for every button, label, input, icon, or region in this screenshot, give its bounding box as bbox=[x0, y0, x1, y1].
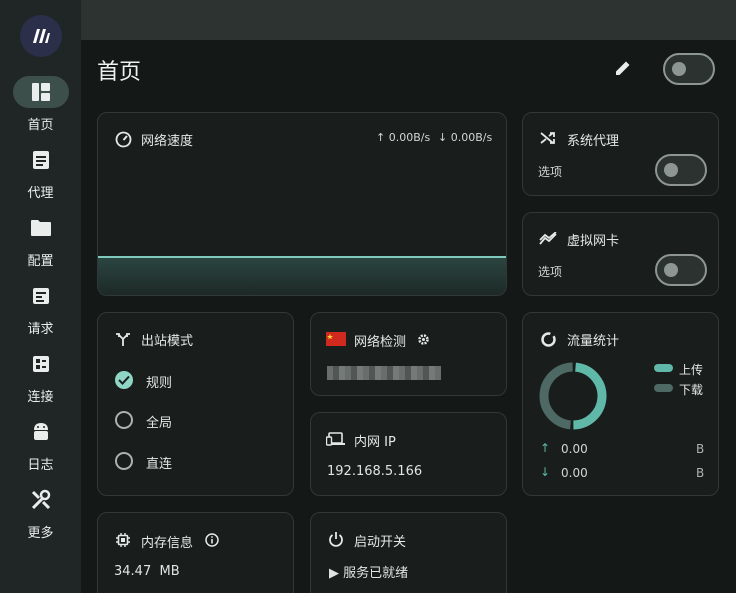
legend-download-swatch bbox=[654, 384, 673, 392]
lan-ip-card: 内网 IP 192.168.5.166 bbox=[310, 412, 507, 496]
sidebar-item-label: 首页 bbox=[27, 118, 54, 133]
network-trend-icon bbox=[539, 230, 557, 248]
outbound-option-direct[interactable]: 直连 bbox=[146, 453, 172, 472]
arrow-up-icon: ↑ bbox=[540, 441, 551, 455]
network-speed-card: 网络速度 ↑ 0.00B/s ↓ 0.00B/s bbox=[97, 112, 507, 296]
sidebar-item-label: 日志 bbox=[27, 458, 54, 473]
upload-speed: ↑ 0.00B/s bbox=[376, 131, 431, 144]
service-status[interactable]: ▶ 服务已就绪 bbox=[329, 562, 408, 581]
toggle-knob bbox=[672, 62, 686, 76]
tun-card: 虚拟网卡 选项 bbox=[522, 212, 719, 296]
speedometer-icon bbox=[114, 130, 132, 148]
radio-global[interactable] bbox=[115, 411, 133, 429]
check-icon bbox=[118, 375, 130, 385]
launch-switch-card: 启动开关 ▶ 服务已就绪 bbox=[310, 512, 507, 593]
sidebar-item-home[interactable]: 首页 bbox=[0, 76, 81, 138]
donut-chart-icon bbox=[539, 330, 557, 348]
download-total: 0.00 bbox=[561, 466, 588, 480]
header-toggle[interactable] bbox=[663, 53, 715, 85]
power-icon bbox=[327, 530, 345, 548]
requests-icon bbox=[13, 280, 69, 312]
card-title: 内网 IP bbox=[354, 435, 396, 450]
card-title: 网络速度 bbox=[141, 134, 194, 149]
legend-download-label: 下载 bbox=[679, 383, 704, 397]
sidebar-item-label: 请求 bbox=[27, 322, 54, 337]
download-speed: ↓ 0.00B/s bbox=[438, 131, 493, 144]
tools-icon bbox=[13, 484, 69, 516]
sidebar-item-logs[interactable]: 日志 bbox=[0, 416, 81, 478]
download-unit: B bbox=[696, 466, 705, 480]
sidebar-item-requests[interactable]: 请求 bbox=[0, 280, 81, 342]
pencil-icon bbox=[616, 61, 630, 75]
outbound-option-rule[interactable]: 规则 bbox=[146, 372, 172, 391]
card-title: 内存信息 bbox=[141, 536, 194, 551]
toggle-knob bbox=[664, 163, 678, 177]
title-bar bbox=[81, 0, 736, 40]
edit-button[interactable] bbox=[610, 55, 636, 81]
traffic-donut-chart bbox=[539, 362, 607, 430]
toggle-knob bbox=[664, 263, 678, 277]
upload-total: 0.00 bbox=[561, 442, 588, 456]
upload-unit: B bbox=[696, 442, 705, 456]
legend-upload-label: 上传 bbox=[679, 363, 704, 377]
sidebar-item-label: 代理 bbox=[27, 186, 54, 201]
chip-icon bbox=[114, 531, 132, 549]
options-link[interactable]: 选项 bbox=[538, 163, 562, 180]
card-title: 网络检测 bbox=[354, 335, 407, 350]
card-title: 虚拟网卡 bbox=[567, 234, 620, 249]
logo-icon bbox=[33, 29, 50, 43]
system-proxy-toggle[interactable] bbox=[655, 154, 707, 186]
sidebar-item-profiles[interactable]: 配置 bbox=[0, 212, 81, 274]
devices-icon bbox=[326, 432, 346, 446]
memory-value: 34.47 MB bbox=[114, 564, 180, 579]
folder-icon bbox=[13, 212, 69, 244]
card-title: 系统代理 bbox=[567, 134, 620, 149]
shuffle-icon bbox=[539, 129, 557, 147]
card-title: 出站模式 bbox=[141, 334, 194, 349]
sidebar-item-label: 连接 bbox=[27, 390, 54, 405]
radio-direct[interactable] bbox=[115, 452, 133, 470]
card-title: 启动开关 bbox=[354, 535, 407, 550]
page-title: 首页 bbox=[97, 60, 142, 85]
dashboard-icon bbox=[12, 76, 69, 108]
outbound-mode-card: 出站模式 规则 全局 直连 bbox=[97, 312, 294, 496]
sidebar-item-proxy[interactable]: 代理 bbox=[0, 144, 81, 206]
android-icon bbox=[13, 416, 69, 448]
document-icon bbox=[13, 144, 69, 176]
network-check-card: 网络检测 bbox=[310, 312, 507, 396]
settings-gear-icon[interactable] bbox=[416, 332, 430, 346]
traffic-stats-card: 流量统计 上传 下载 ↑ 0.00 B ↓ 0.00 B bbox=[522, 312, 719, 496]
fork-icon bbox=[114, 330, 132, 348]
lan-ip-value: 192.168.5.166 bbox=[327, 464, 423, 479]
memory-card: 内存信息 34.47 MB bbox=[97, 512, 294, 593]
outbound-option-global[interactable]: 全局 bbox=[146, 412, 172, 431]
legend-upload-swatch bbox=[654, 364, 673, 372]
arrow-down-icon: ↓ bbox=[540, 465, 551, 479]
cn-flag-icon bbox=[326, 332, 346, 346]
sidebar-item-label: 配置 bbox=[27, 254, 54, 269]
connections-icon bbox=[13, 348, 69, 380]
options-link[interactable]: 选项 bbox=[538, 263, 562, 280]
tun-toggle[interactable] bbox=[655, 254, 707, 286]
system-proxy-card: 系统代理 选项 bbox=[522, 112, 719, 196]
sidebar: 首页 代理 配置 请求 连接 日志 更多 bbox=[0, 0, 81, 593]
speed-graph bbox=[98, 256, 506, 295]
radio-rule-checked[interactable] bbox=[115, 371, 133, 389]
info-icon[interactable] bbox=[204, 532, 219, 547]
sidebar-item-connections[interactable]: 连接 bbox=[0, 348, 81, 410]
app-logo bbox=[20, 15, 62, 57]
ip-redacted bbox=[327, 366, 441, 380]
sidebar-item-label: 更多 bbox=[27, 526, 54, 541]
card-title: 流量统计 bbox=[567, 334, 620, 349]
sidebar-item-more[interactable]: 更多 bbox=[0, 484, 81, 546]
